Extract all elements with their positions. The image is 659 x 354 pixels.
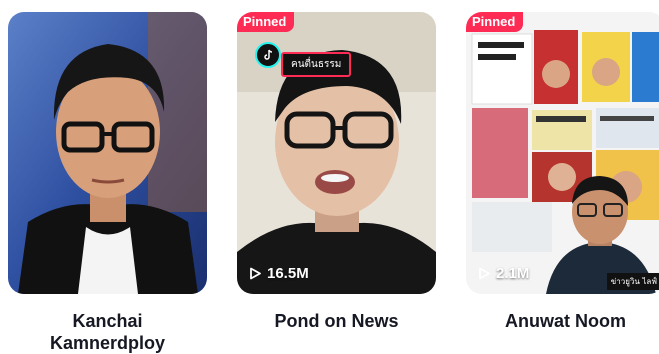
creator-name-line: Kamnerdploy: [49, 333, 166, 353]
creator-card-row: Kanchai Kamnerdploy Pinned คนตื่นธรรม 16…: [0, 0, 659, 354]
view-count: 2.1M: [478, 265, 529, 282]
play-outline-icon: [479, 267, 490, 280]
pinned-badge: Pinned: [237, 12, 295, 32]
creator-thumbnail[interactable]: Pinned คนตื่นธรรม 16.5M: [237, 12, 436, 294]
creator-name-line: Kanchai: [72, 311, 143, 331]
thumbnail-image: [466, 12, 659, 294]
creator-card: Pinned คนตื่นธรรม 16.5M Pond on News: [237, 12, 436, 332]
creator-name[interactable]: Pond on News: [237, 310, 436, 332]
pinned-badge: Pinned: [466, 12, 524, 32]
thumbnail-image: [8, 12, 207, 294]
view-count: 16.5M: [249, 265, 309, 282]
creator-thumbnail[interactable]: Pinned ข่าวยูวิน ไลฟ์ 2.1M: [466, 12, 659, 294]
view-count-value: 16.5M: [267, 265, 309, 282]
play-outline-icon: [250, 267, 261, 280]
creator-name-line: Pond on News: [274, 311, 399, 331]
creator-name[interactable]: Kanchai Kamnerdploy: [8, 310, 207, 354]
creator-card: Kanchai Kamnerdploy: [8, 12, 207, 354]
video-sticker-text: คนตื่นธรรม: [281, 52, 352, 77]
creator-name[interactable]: Anuwat Noom: [466, 310, 659, 332]
view-count-value: 2.1M: [496, 265, 530, 282]
creator-card: Pinned ข่าวยูวิน ไลฟ์ 2.1M Anuwat Noom: [466, 12, 659, 332]
creator-name-line: Anuwat Noom: [505, 311, 626, 331]
corner-caption: ข่าวยูวิน ไลฟ์: [606, 273, 659, 290]
tiktok-logo-icon: [255, 42, 281, 68]
creator-thumbnail[interactable]: [8, 12, 207, 294]
